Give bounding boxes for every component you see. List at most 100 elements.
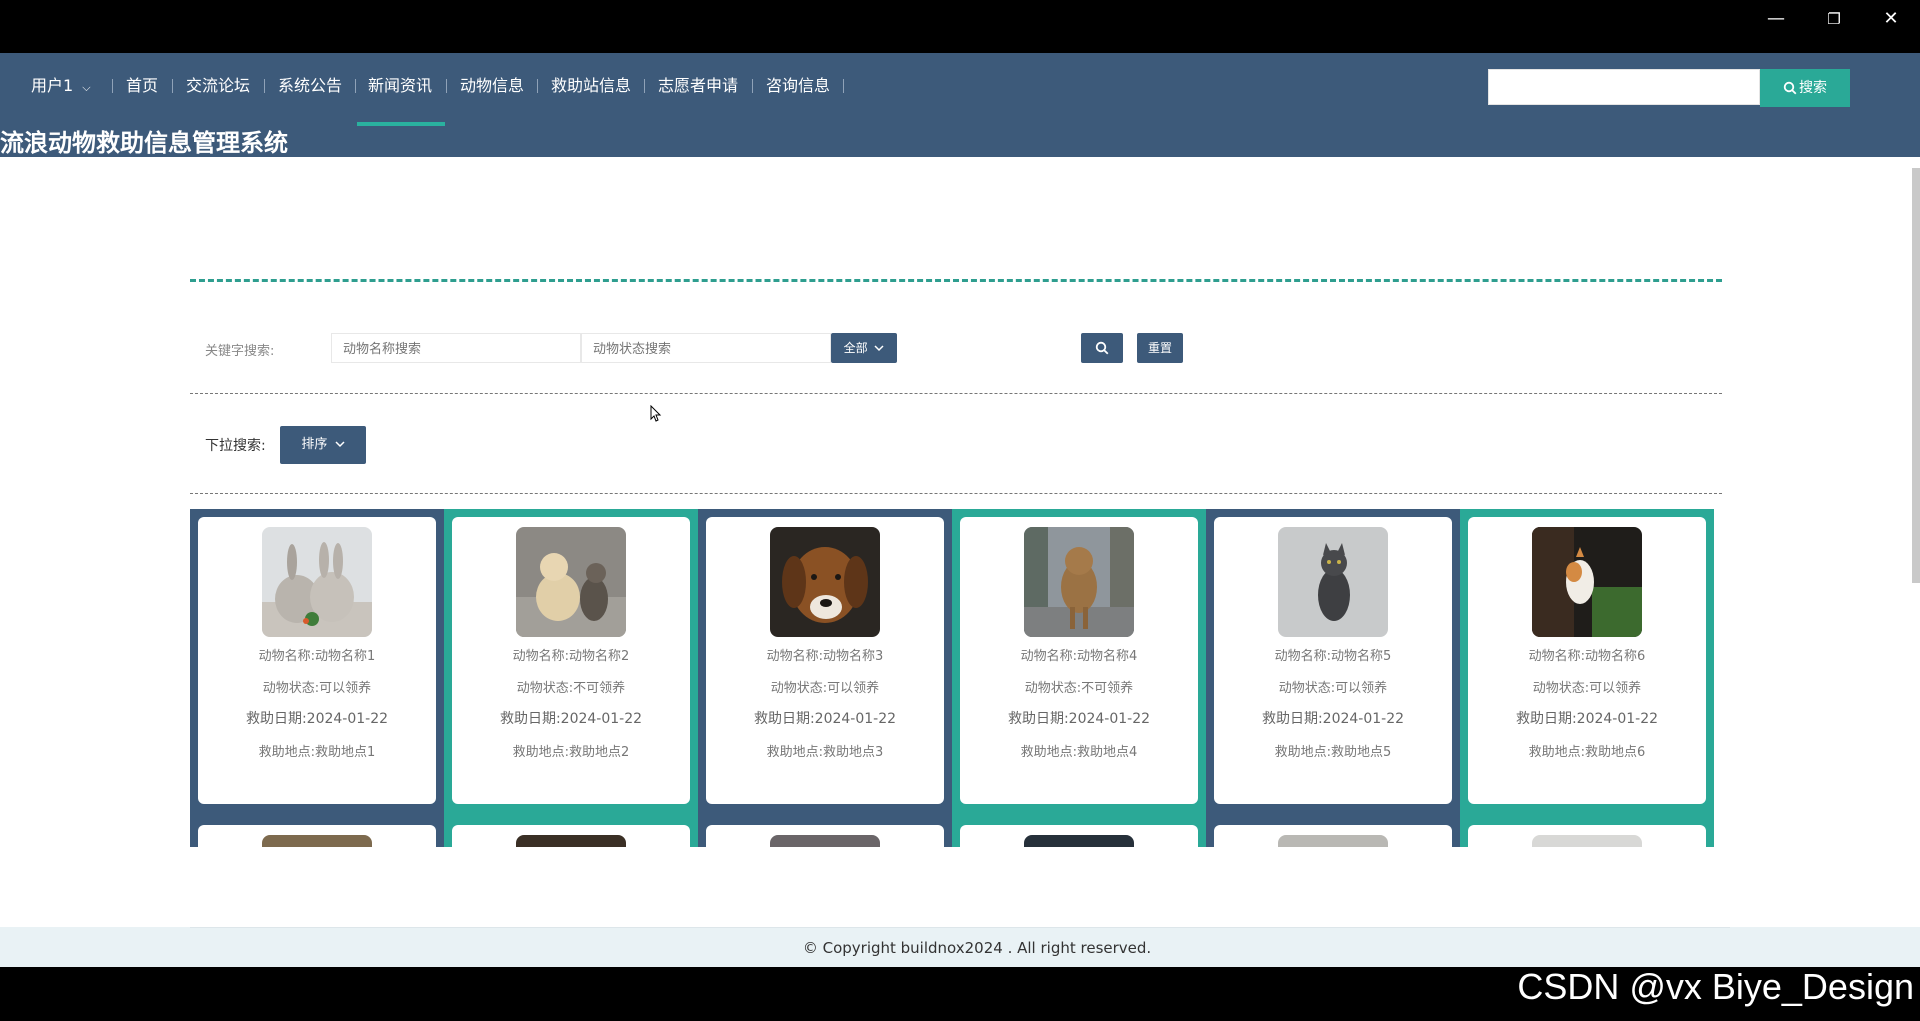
animal-card[interactable] [452,825,690,847]
animal-status: 动物状态:可以领养 [262,681,372,696]
animal-photo [770,835,880,847]
street-dog-photo [1024,527,1134,637]
animal-photo [1024,835,1134,847]
window-titlebar: — ❐ ✕ [0,0,1920,53]
rescue-date: 救助日期:2024-01-22 [1261,711,1405,727]
chevron-down-icon: ⌵ [82,81,91,94]
animal-photo [1532,835,1642,847]
rescue-place: 救助地点:救助地点3 [766,745,884,760]
rescue-date: 救助日期:2024-01-22 [1007,711,1151,727]
rescue-place: 救助地点:救助地点5 [1274,745,1392,760]
animal-card[interactable] [960,825,1198,847]
rescue-place: 救助地点:救助地点6 [1528,745,1646,760]
restore-button[interactable]: ❐ [1814,8,1854,30]
nav-home[interactable]: 首页 [126,75,158,97]
nav-announcements[interactable]: 系统公告 [278,75,342,97]
rescue-place: 救助地点:救助地点1 [258,745,376,760]
section-divider [190,493,1722,494]
sort-dropdown[interactable]: 排序 [280,426,366,464]
filter-search-button[interactable] [1081,333,1123,363]
animal-card[interactable] [1214,825,1452,847]
nav-news[interactable]: 新闻资讯 [368,75,432,97]
user-name: 用户1 [31,76,74,95]
rabbits-photo [262,527,372,637]
rescue-place: 救助地点:救助地点2 [512,745,630,760]
animal-card[interactable] [1468,825,1706,847]
rescue-date: 救助日期:2024-01-22 [499,711,643,727]
animal-status: 动物状态:不可领养 [1024,681,1134,696]
nav-divider [537,79,538,93]
status-select-value: 全部 [843,341,868,355]
animal-column: 动物名称:动物名称6 动物状态:可以领养 救助日期:2024-01-22 救助地… [1460,509,1714,847]
nav-divider [752,79,753,93]
nav-search-input[interactable] [1488,69,1760,105]
animal-name: 动物名称:动物名称5 [1274,649,1392,664]
footer-divider [190,927,1730,928]
puppies-photo [516,527,626,637]
rescue-date: 救助日期:2024-01-22 [753,711,897,727]
animal-card[interactable]: 动物名称:动物名称2 动物状态:不可领养 救助日期:2024-01-22 救助地… [452,517,690,804]
search-icon [1095,341,1109,355]
animal-column: 动物名称:动物名称5 动物状态:可以领养 救助日期:2024-01-22 救助地… [1206,509,1460,847]
keyword-label: 关键字搜索: [205,344,275,359]
animal-card[interactable]: 动物名称:动物名称4 动物状态:不可领养 救助日期:2024-01-22 救助地… [960,517,1198,804]
animal-status: 动物状态:可以领养 [1278,681,1388,696]
nav-divider [446,79,447,93]
animal-photo [262,835,372,847]
user-menu[interactable]: 用户1 ⌵ [31,75,91,97]
animal-name-input[interactable] [331,333,581,363]
animal-photo [516,835,626,847]
rescue-date: 救助日期:2024-01-22 [245,711,389,727]
nav-forum[interactable]: 交流论坛 [186,75,250,97]
nav-divider [172,79,173,93]
dropdown-label: 下拉搜索: [205,438,266,454]
animal-card[interactable]: 动物名称:动物名称3 动物状态:可以领养 救助日期:2024-01-22 救助地… [706,517,944,804]
top-nav: 用户1 ⌵ 首页 交流论坛 系统公告 新闻资讯 动物信息 救助站信息 志愿者申请… [0,53,1920,157]
animal-card[interactable]: 动物名称:动物名称1 动物状态:可以领养 救助日期:2024-01-22 救助地… [198,517,436,804]
minimize-button[interactable]: — [1756,8,1796,30]
calico-cat-photo [1532,527,1642,637]
reset-button[interactable]: 重置 [1137,333,1183,363]
animal-status-input[interactable] [581,333,831,363]
brown-dog-photo [770,527,880,637]
nav-divider [112,79,113,93]
animal-card[interactable]: 动物名称:动物名称6 动物状态:可以领养 救助日期:2024-01-22 救助地… [1468,517,1706,804]
animal-card[interactable] [198,825,436,847]
rescue-place: 救助地点:救助地点4 [1020,745,1138,760]
sort-label: 排序 [301,437,328,452]
nav-consult[interactable]: 咨询信息 [766,75,830,97]
close-button[interactable]: ✕ [1871,8,1911,30]
animal-card[interactable] [706,825,944,847]
animal-status: 动物状态:不可领养 [516,681,626,696]
status-select[interactable]: 全部 [831,333,897,363]
animal-status: 动物状态:可以领养 [1532,681,1642,696]
nav-volunteer[interactable]: 志愿者申请 [658,75,738,97]
animal-name: 动物名称:动物名称4 [1020,649,1138,664]
animal-name: 动物名称:动物名称6 [1528,649,1646,664]
rescue-date: 救助日期:2024-01-22 [1515,711,1659,727]
search-button-label: 搜索 [1799,80,1827,96]
mouse-cursor [650,405,662,423]
animal-name: 动物名称:动物名称1 [258,649,376,664]
site-title: 流浪动物救助信息管理系统 [0,129,288,157]
animal-grid: 动物名称:动物名称1 动物状态:可以领养 救助日期:2024-01-22 救助地… [190,509,1716,847]
nav-stations[interactable]: 救助站信息 [551,75,631,97]
animal-photo [1278,835,1388,847]
nav-divider [264,79,265,93]
chevron-down-icon [874,333,884,363]
scrollbar[interactable] [1912,168,1920,583]
app-viewport: 用户1 ⌵ 首页 交流论坛 系统公告 新闻资讯 动物信息 救助站信息 志愿者申请… [0,53,1920,967]
animal-column: 动物名称:动物名称2 动物状态:不可领养 救助日期:2024-01-22 救助地… [444,509,698,847]
nav-search-button[interactable]: 搜索 [1760,69,1850,107]
nav-animals[interactable]: 动物信息 [460,75,524,97]
search-icon [1783,81,1797,95]
section-divider [190,279,1722,282]
nav-divider [843,79,844,93]
copyright: © Copyright buildnox2024 . All right res… [802,939,1152,957]
chevron-down-icon [335,426,345,464]
animal-column: 动物名称:动物名称3 动物状态:可以领养 救助日期:2024-01-22 救助地… [698,509,952,847]
animal-column: 动物名称:动物名称4 动物状态:不可领养 救助日期:2024-01-22 救助地… [952,509,1206,847]
animal-card[interactable]: 动物名称:动物名称5 动物状态:可以领养 救助日期:2024-01-22 救助地… [1214,517,1452,804]
nav-divider [644,79,645,93]
animal-column: 动物名称:动物名称1 动物状态:可以领养 救助日期:2024-01-22 救助地… [190,509,444,847]
